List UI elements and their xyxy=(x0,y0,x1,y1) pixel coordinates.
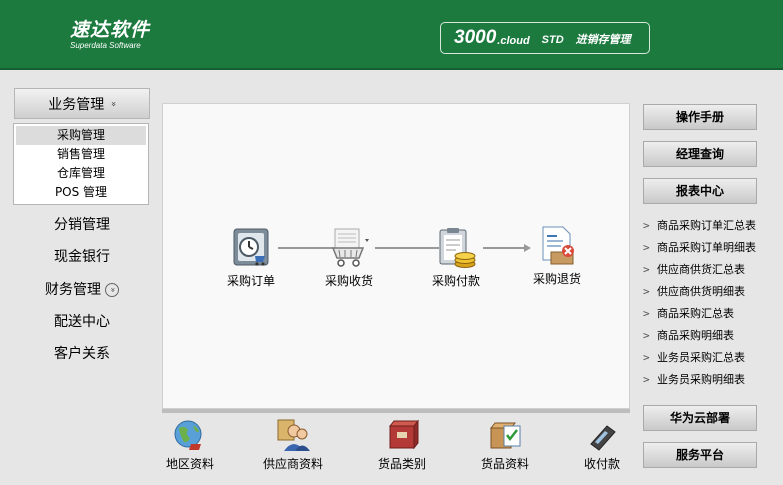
flow-step-receiving[interactable]: 采购收货 xyxy=(309,226,389,288)
menu-group-business[interactable]: 业务管理 » xyxy=(14,88,150,119)
globe-icon xyxy=(171,416,209,454)
quick-access-bar: 地区资料 供应商资料 货品类别 货品资料 收付款 xyxy=(150,416,630,485)
flow-step-label: 采购退货 xyxy=(532,272,581,286)
report-link[interactable]: > 商品采购订单汇总表 xyxy=(643,216,783,236)
nav-item-delivery[interactable]: 配送中心 xyxy=(14,310,150,334)
menu-group-label: 业务管理 xyxy=(48,96,105,113)
report-link[interactable]: > 商品采购订单明细表 xyxy=(643,238,783,258)
manager-query-button[interactable]: 经理查询 xyxy=(643,141,757,167)
report-link-label: 供应商供货明细表 xyxy=(657,285,745,298)
workflow-panel: 采购订单 采购收货 采购付款 采购退货 xyxy=(162,103,630,409)
payment-coins-icon xyxy=(434,226,478,270)
flow-step-purchase-order[interactable]: 采购订单 xyxy=(211,226,291,288)
report-link[interactable]: > 供应商供货明细表 xyxy=(643,282,783,302)
shopping-cart-icon xyxy=(327,226,371,270)
quick-item-payment[interactable]: 收付款 xyxy=(562,416,630,471)
report-link-label: 商品采购明细表 xyxy=(657,329,734,342)
report-link[interactable]: > 商品采购明细表 xyxy=(643,326,783,346)
flow-step-label: 采购订单 xyxy=(226,274,275,288)
report-link-label: 商品采购订单汇总表 xyxy=(657,219,756,232)
goods-info-icon xyxy=(486,416,524,454)
flow-step-label: 采购收货 xyxy=(324,274,373,288)
quick-item-supplier[interactable]: 供应商资料 xyxy=(253,416,333,471)
nav-item-distribution[interactable]: 分销管理 xyxy=(14,213,150,237)
nav-item-label: 分销管理 xyxy=(54,217,110,233)
badge-number: 3000 xyxy=(454,27,497,48)
chevron-right-icon: > xyxy=(643,219,650,232)
logo-text: 速达软件 xyxy=(70,19,151,41)
badge-edition: STD xyxy=(541,33,564,46)
report-link-label: 业务员采购汇总表 xyxy=(657,351,745,364)
quick-item-label: 供应商资料 xyxy=(262,457,323,471)
flow-step-return[interactable]: 采购退货 xyxy=(517,224,597,286)
quick-item-label: 货品资料 xyxy=(480,457,529,471)
report-link-label: 商品采购汇总表 xyxy=(657,307,734,320)
chevron-right-icon: > xyxy=(643,329,650,342)
badge-cloud: .cloud xyxy=(497,34,530,47)
chevron-right-icon: > xyxy=(643,285,650,298)
nav-item-customer[interactable]: 客户关系 xyxy=(14,342,150,366)
manual-button[interactable]: 操作手册 xyxy=(643,104,757,130)
submenu-item-pos[interactable]: POS 管理 xyxy=(16,183,146,202)
chevron-down-circle-icon: » xyxy=(105,283,119,297)
report-center-button[interactable]: 报表中心 xyxy=(643,178,757,204)
quick-item-label: 货品类别 xyxy=(377,457,426,471)
pos-terminal-icon xyxy=(583,416,621,454)
quick-item-label: 地区资料 xyxy=(165,457,214,471)
submenu: 采购管理 销售管理 仓库管理 POS 管理 xyxy=(13,123,149,205)
huawei-cloud-button[interactable]: 华为云部署 xyxy=(643,405,757,431)
logo-subtext: Superdata Software xyxy=(70,41,141,50)
chevron-right-icon: > xyxy=(643,307,650,320)
goods-category-icon xyxy=(383,416,421,454)
flow-step-label: 采购付款 xyxy=(431,274,480,288)
quick-item-goods-category[interactable]: 货品类别 xyxy=(362,416,442,471)
chevron-right-icon: > xyxy=(643,351,650,364)
nav-item-label: 配送中心 xyxy=(54,314,110,330)
quick-item-goods-info[interactable]: 货品资料 xyxy=(465,416,545,471)
purchase-order-icon xyxy=(229,226,273,270)
report-link[interactable]: > 业务员采购明细表 xyxy=(643,370,783,390)
submenu-item-purchase[interactable]: 采购管理 xyxy=(16,126,146,145)
report-link[interactable]: > 商品采购汇总表 xyxy=(643,304,783,324)
report-link-label: 供应商供货汇总表 xyxy=(657,263,745,276)
app-header: 速达软件 Superdata Software 3000 .cloud STD … xyxy=(0,0,783,70)
nav-item-finance[interactable]: 财务管理 » xyxy=(14,278,150,302)
submenu-item-sales[interactable]: 销售管理 xyxy=(16,145,146,164)
nav-item-cash-bank[interactable]: 现金银行 xyxy=(14,245,150,269)
supplier-people-icon xyxy=(274,416,312,454)
report-link-label: 商品采购订单明细表 xyxy=(657,241,756,254)
panel-divider xyxy=(162,409,630,413)
chevron-right-icon: > xyxy=(643,373,650,386)
chevron-down-icon: » xyxy=(107,100,118,107)
chevron-right-icon: > xyxy=(643,263,650,276)
quick-item-region[interactable]: 地区资料 xyxy=(150,416,230,471)
service-platform-button[interactable]: 服务平台 xyxy=(643,442,757,468)
quick-item-label: 收付款 xyxy=(583,457,620,471)
report-link[interactable]: > 供应商供货汇总表 xyxy=(643,260,783,280)
nav-item-label: 现金银行 xyxy=(54,249,110,265)
report-link-label: 业务员采购明细表 xyxy=(657,373,745,386)
nav-item-label: 客户关系 xyxy=(54,346,110,362)
badge-title: 进销存管理 xyxy=(575,33,631,46)
logo: 速达软件 Superdata Software xyxy=(70,20,150,50)
return-document-icon xyxy=(535,224,579,268)
product-badge: 3000 .cloud STD 进销存管理 xyxy=(440,22,650,54)
chevron-right-icon: > xyxy=(643,241,650,254)
report-link[interactable]: > 业务员采购汇总表 xyxy=(643,348,783,368)
nav-item-label: 财务管理 xyxy=(45,282,101,298)
flow-step-payment[interactable]: 采购付款 xyxy=(416,226,496,288)
submenu-item-warehouse[interactable]: 仓库管理 xyxy=(16,164,146,183)
